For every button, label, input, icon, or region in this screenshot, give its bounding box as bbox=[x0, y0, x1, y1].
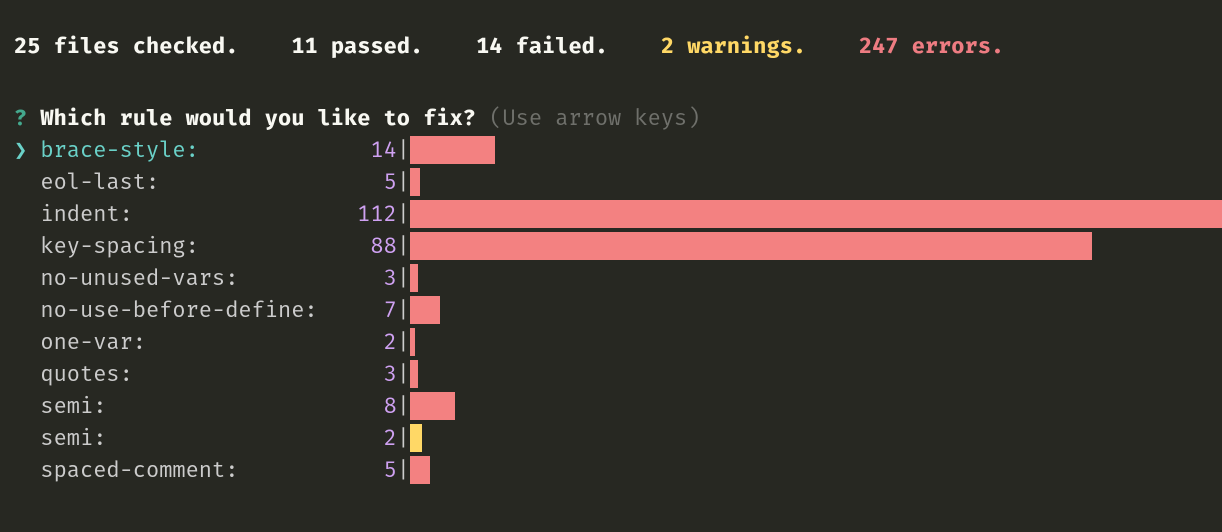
rule-bar bbox=[410, 456, 430, 484]
rule-row[interactable]: key-spacing:88| bbox=[14, 230, 1208, 262]
rule-count: 5 bbox=[331, 166, 397, 198]
rule-count: 5 bbox=[331, 454, 397, 486]
rule-bar bbox=[410, 136, 495, 164]
rule-bar-cell bbox=[410, 358, 1208, 390]
rule-bar-cell bbox=[410, 262, 1208, 294]
rule-count: 3 bbox=[331, 262, 397, 294]
rule-label: quotes: bbox=[40, 358, 330, 390]
cursor-icon bbox=[14, 262, 40, 294]
separator-pipe: | bbox=[397, 198, 410, 230]
rule-label: spaced-comment: bbox=[40, 454, 330, 486]
rule-bar bbox=[410, 232, 1092, 260]
rule-label: indent: bbox=[40, 198, 330, 230]
prompt-line: ? Which rule would you like to fix? (Use… bbox=[14, 102, 1208, 134]
summary-files-checked: 25 files checked. bbox=[14, 32, 238, 59]
rule-bar-cell bbox=[410, 454, 1208, 486]
prompt-question: Which rule would you like to fix? bbox=[40, 104, 476, 131]
rule-row[interactable]: semi:2| bbox=[14, 422, 1208, 454]
rule-label: no-unused-vars: bbox=[40, 262, 330, 294]
summary-passed: 11 passed. bbox=[291, 32, 423, 59]
rule-count: 2 bbox=[331, 326, 397, 358]
rule-count: 2 bbox=[331, 422, 397, 454]
separator-pipe: | bbox=[397, 166, 410, 198]
cursor-icon bbox=[14, 358, 40, 390]
cursor-icon bbox=[14, 326, 40, 358]
rule-row[interactable]: quotes:3| bbox=[14, 358, 1208, 390]
cursor-icon bbox=[14, 422, 40, 454]
separator-pipe: | bbox=[397, 230, 410, 262]
rule-label: semi: bbox=[40, 390, 330, 422]
rule-bar-cell bbox=[410, 294, 1208, 326]
cursor-icon bbox=[14, 198, 40, 230]
rule-row[interactable]: spaced-comment:5| bbox=[14, 454, 1208, 486]
separator-pipe: | bbox=[397, 358, 410, 390]
rule-row[interactable]: one-var:2| bbox=[14, 326, 1208, 358]
rule-count: 8 bbox=[331, 390, 397, 422]
cursor-icon bbox=[14, 166, 40, 198]
rule-bar bbox=[410, 392, 455, 420]
rule-bar-cell bbox=[410, 198, 1208, 230]
separator-pipe: | bbox=[397, 326, 410, 358]
summary-errors: 247 errors. bbox=[859, 32, 1004, 59]
rule-bar-cell bbox=[410, 134, 1208, 166]
rule-bar bbox=[410, 264, 418, 292]
rule-bar bbox=[410, 360, 418, 388]
rule-bar bbox=[410, 168, 420, 196]
rule-label: no-use-before-define: bbox=[40, 294, 330, 326]
rule-label: semi: bbox=[40, 422, 330, 454]
rule-bar bbox=[410, 296, 440, 324]
summary-failed: 14 failed. bbox=[476, 32, 608, 59]
rule-row[interactable]: no-unused-vars:3| bbox=[14, 262, 1208, 294]
cursor-icon: ❯ bbox=[14, 134, 40, 166]
separator-pipe: | bbox=[397, 422, 410, 454]
rule-bar-cell bbox=[410, 422, 1208, 454]
rule-count: 3 bbox=[331, 358, 397, 390]
cursor-icon bbox=[14, 454, 40, 486]
rule-label: brace-style: bbox=[40, 134, 330, 166]
rule-row[interactable]: eol-last:5| bbox=[14, 166, 1208, 198]
rule-bar-cell bbox=[410, 166, 1208, 198]
summary-line: 25 files checked. 11 passed. 14 failed. … bbox=[14, 30, 1208, 62]
separator-pipe: | bbox=[397, 454, 410, 486]
rule-bar bbox=[410, 328, 415, 356]
prompt-marker: ? bbox=[14, 104, 27, 131]
rule-row[interactable]: semi:8| bbox=[14, 390, 1208, 422]
separator-pipe: | bbox=[397, 294, 410, 326]
rule-bar-cell bbox=[410, 230, 1208, 262]
cursor-icon bbox=[14, 294, 40, 326]
separator-pipe: | bbox=[397, 262, 410, 294]
rule-bar bbox=[410, 200, 1222, 228]
separator-pipe: | bbox=[397, 390, 410, 422]
rule-count: 14 bbox=[331, 134, 397, 166]
prompt-hint: (Use arrow keys) bbox=[489, 104, 700, 131]
rule-bar-cell bbox=[410, 390, 1208, 422]
rule-count: 88 bbox=[331, 230, 397, 262]
rule-row[interactable]: ❯ brace-style:14| bbox=[14, 134, 1208, 166]
cursor-icon bbox=[14, 230, 40, 262]
rule-label: key-spacing: bbox=[40, 230, 330, 262]
summary-warnings: 2 warnings. bbox=[661, 32, 806, 59]
rule-row[interactable]: indent:112| bbox=[14, 198, 1208, 230]
cursor-icon bbox=[14, 390, 40, 422]
separator-pipe: | bbox=[397, 134, 410, 166]
rule-row[interactable]: no-use-before-define:7| bbox=[14, 294, 1208, 326]
rule-list[interactable]: ❯ brace-style:14| eol-last:5| indent:112… bbox=[14, 134, 1208, 486]
rule-bar bbox=[410, 424, 422, 452]
rule-label: one-var: bbox=[40, 326, 330, 358]
rule-bar-cell bbox=[410, 326, 1208, 358]
rule-label: eol-last: bbox=[40, 166, 330, 198]
rule-count: 112 bbox=[331, 198, 397, 230]
rule-count: 7 bbox=[331, 294, 397, 326]
